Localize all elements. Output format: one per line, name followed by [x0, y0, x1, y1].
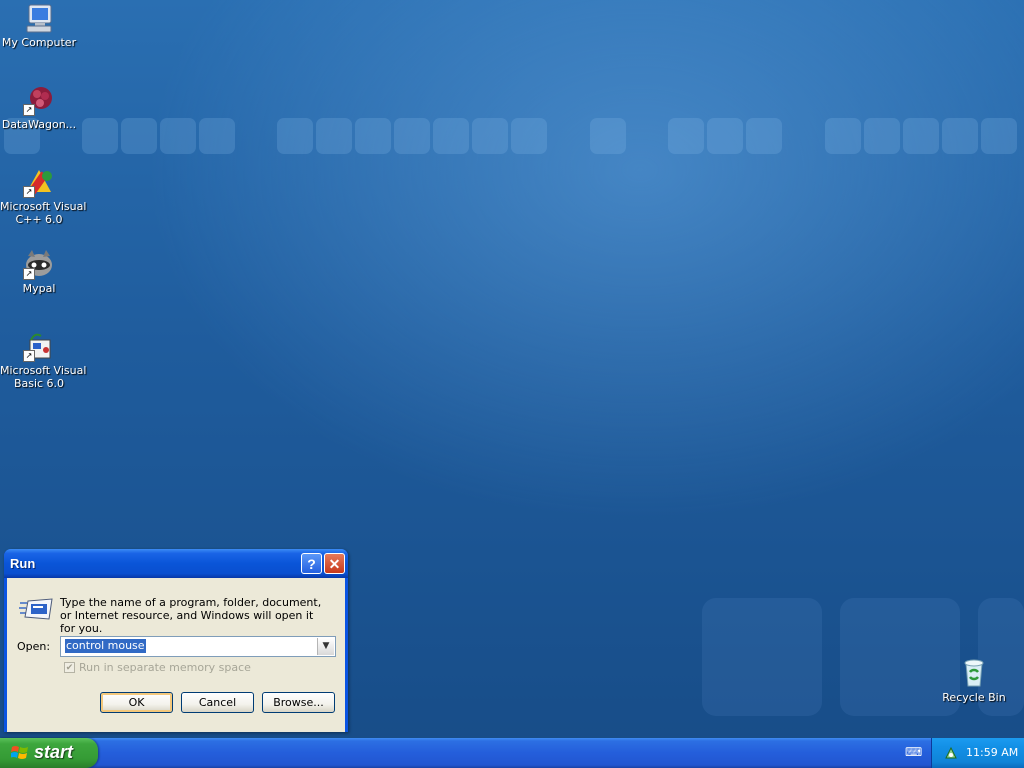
open-combobox[interactable]: control mouse ▼: [60, 636, 336, 657]
desktop-icon-label: Microsoft Visual: [0, 200, 87, 213]
wallpaper-tile: [702, 598, 822, 716]
wallpaper-tile: [355, 118, 391, 154]
wallpaper-tile: [433, 118, 469, 154]
desktop-icon-visual-basic[interactable]: ↗ Microsoft Visual Basic 6.0: [0, 330, 87, 390]
shortcut-arrow-icon: ↗: [23, 104, 35, 116]
network-icon[interactable]: [944, 746, 958, 760]
wallpaper-tile: [511, 118, 547, 154]
wallpaper-tile: [199, 118, 235, 154]
run-icon: [19, 597, 53, 621]
desktop-icon-datawagon[interactable]: ↗ DataWagon...: [0, 84, 78, 131]
desktop-icon-label: My Computer: [1, 36, 77, 49]
browse-button[interactable]: Browse...: [262, 692, 335, 713]
clock[interactable]: 11:59 AM: [966, 746, 1018, 759]
desktop-icon-my-computer[interactable]: My Computer: [0, 2, 78, 49]
wallpaper-tile: [472, 118, 508, 154]
run-description: Type the name of a program, folder, docu…: [60, 596, 322, 635]
shortcut-arrow-icon: ↗: [23, 268, 35, 280]
memory-space-checkbox: ✔: [64, 662, 75, 673]
wallpaper-tile: [903, 118, 939, 154]
start-button[interactable]: start: [0, 738, 98, 768]
desktop-icon-label: Microsoft Visual: [0, 364, 87, 377]
wallpaper-tile: [668, 118, 704, 154]
mypal-icon: ↗: [23, 248, 55, 280]
wallpaper-tile: [121, 118, 157, 154]
run-dialog-titlebar[interactable]: Run ? ✕: [4, 549, 348, 578]
open-label: Open:: [17, 640, 51, 653]
taskbar: start ⌨ 11:59 AM: [0, 738, 1024, 768]
desktop-icon-label: Basic 6.0: [13, 377, 65, 390]
memory-space-checkbox-label: Run in separate memory space: [79, 661, 251, 674]
wallpaper-tile: [590, 118, 626, 154]
recycle-bin-icon: [958, 657, 990, 689]
wallpaper-tile: [82, 118, 118, 154]
desktop-icon-recycle-bin[interactable]: Recycle Bin: [935, 657, 1013, 704]
run-dialog: Run ? ✕ Type the name of a program, fold…: [4, 549, 348, 732]
ok-button[interactable]: OK: [100, 692, 173, 713]
run-dialog-title: Run: [10, 556, 36, 571]
wallpaper-tile: [707, 118, 743, 154]
desktop-icon-label: C++ 6.0: [15, 213, 63, 226]
dropdown-arrow-icon[interactable]: ▼: [317, 638, 334, 655]
shortcut-arrow-icon: ↗: [23, 350, 35, 362]
wallpaper-tile: [316, 118, 352, 154]
visual-basic-icon: ↗: [23, 330, 55, 362]
wallpaper-tile: [864, 118, 900, 154]
datawagon-icon: ↗: [23, 84, 55, 116]
desktop-icon-label: Mypal: [22, 282, 56, 295]
help-button[interactable]: ?: [301, 553, 322, 574]
wallpaper-tile: [746, 118, 782, 154]
visual-cpp-icon: ↗: [23, 166, 55, 198]
start-label: start: [34, 742, 74, 762]
wallpaper-tile: [825, 118, 861, 154]
wallpaper-tile: [981, 118, 1017, 154]
wallpaper-tile: [394, 118, 430, 154]
keyboard-icon[interactable]: ⌨: [905, 746, 922, 758]
desktop-icon-label: DataWagon...: [1, 118, 77, 131]
system-tray: 11:59 AM: [931, 738, 1024, 768]
wallpaper-tile: [160, 118, 196, 154]
cancel-button[interactable]: Cancel: [181, 692, 254, 713]
my-computer-icon: [23, 2, 55, 34]
open-input[interactable]: control mouse: [65, 639, 146, 653]
desktop-icon-visual-cpp[interactable]: ↗ Microsoft Visual C++ 6.0: [0, 166, 87, 226]
shortcut-arrow-icon: ↗: [23, 186, 35, 198]
windows-flag-icon: [10, 744, 29, 762]
desktop-icon-mypal[interactable]: ↗ Mypal: [0, 248, 78, 295]
wallpaper-tile: [942, 118, 978, 154]
close-button[interactable]: ✕: [324, 553, 345, 574]
desktop-icon-label: Recycle Bin: [942, 691, 1006, 704]
wallpaper-tile: [277, 118, 313, 154]
